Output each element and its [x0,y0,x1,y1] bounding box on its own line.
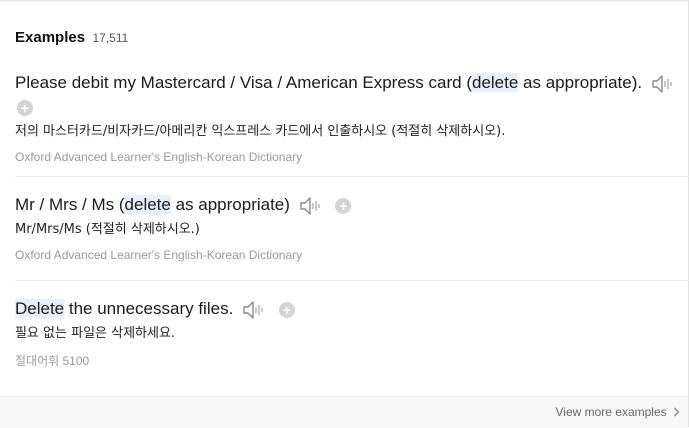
example-translation: 저의 마스터카드/비자카드/아메리칸 익스프레스 카드에서 인출하시오 (적절히… [15,124,506,139]
speaker-icon[interactable] [242,300,266,320]
chevron-right-icon [674,407,680,417]
examples-header: Examples 17,511 [15,29,128,47]
example-sentence: Delete the unnecessary files. + [15,297,675,321]
example-source: 절대어휘 5100 [15,354,90,368]
example-source: Oxford Advanced Learner's English-Korean… [15,248,303,262]
highlighted-keyword: delete [471,73,519,92]
example-translation: 필요 없는 파일은 삭제하세요. [15,326,176,341]
plus-icon[interactable]: + [335,197,352,214]
view-more-link[interactable]: View more examples [555,405,680,419]
example-item: Mr / Mrs / Ms (delete as appropriate) + … [15,193,675,262]
example-sentence: Mr / Mrs / Ms (delete as appropriate) + [15,193,675,217]
speaker-icon[interactable] [299,196,323,216]
example-translation: Mr/Mrs/Ms (적절히 삭제하시오.) [15,222,200,237]
examples-count: 17,511 [92,31,129,45]
example-item: Please debit my Mastercard / Visa / Amer… [15,71,675,164]
highlighted-keyword: Delete [15,299,65,318]
plus-icon[interactable]: + [278,301,295,318]
footer-bar: View more examples [0,396,688,428]
speaker-icon[interactable] [651,74,675,94]
plus-icon[interactable]: + [17,99,33,116]
example-item: Delete the unnecessary files. + 필요 없는 파일… [15,297,675,369]
example-sentence: Please debit my Mastercard / Visa / Amer… [15,71,675,119]
divider [15,176,689,177]
example-source: Oxford Advanced Learner's English-Korean… [15,150,303,164]
highlighted-keyword: delete [124,195,171,214]
divider [15,280,689,281]
top-border [0,0,689,1]
examples-title: Examples [15,29,86,46]
